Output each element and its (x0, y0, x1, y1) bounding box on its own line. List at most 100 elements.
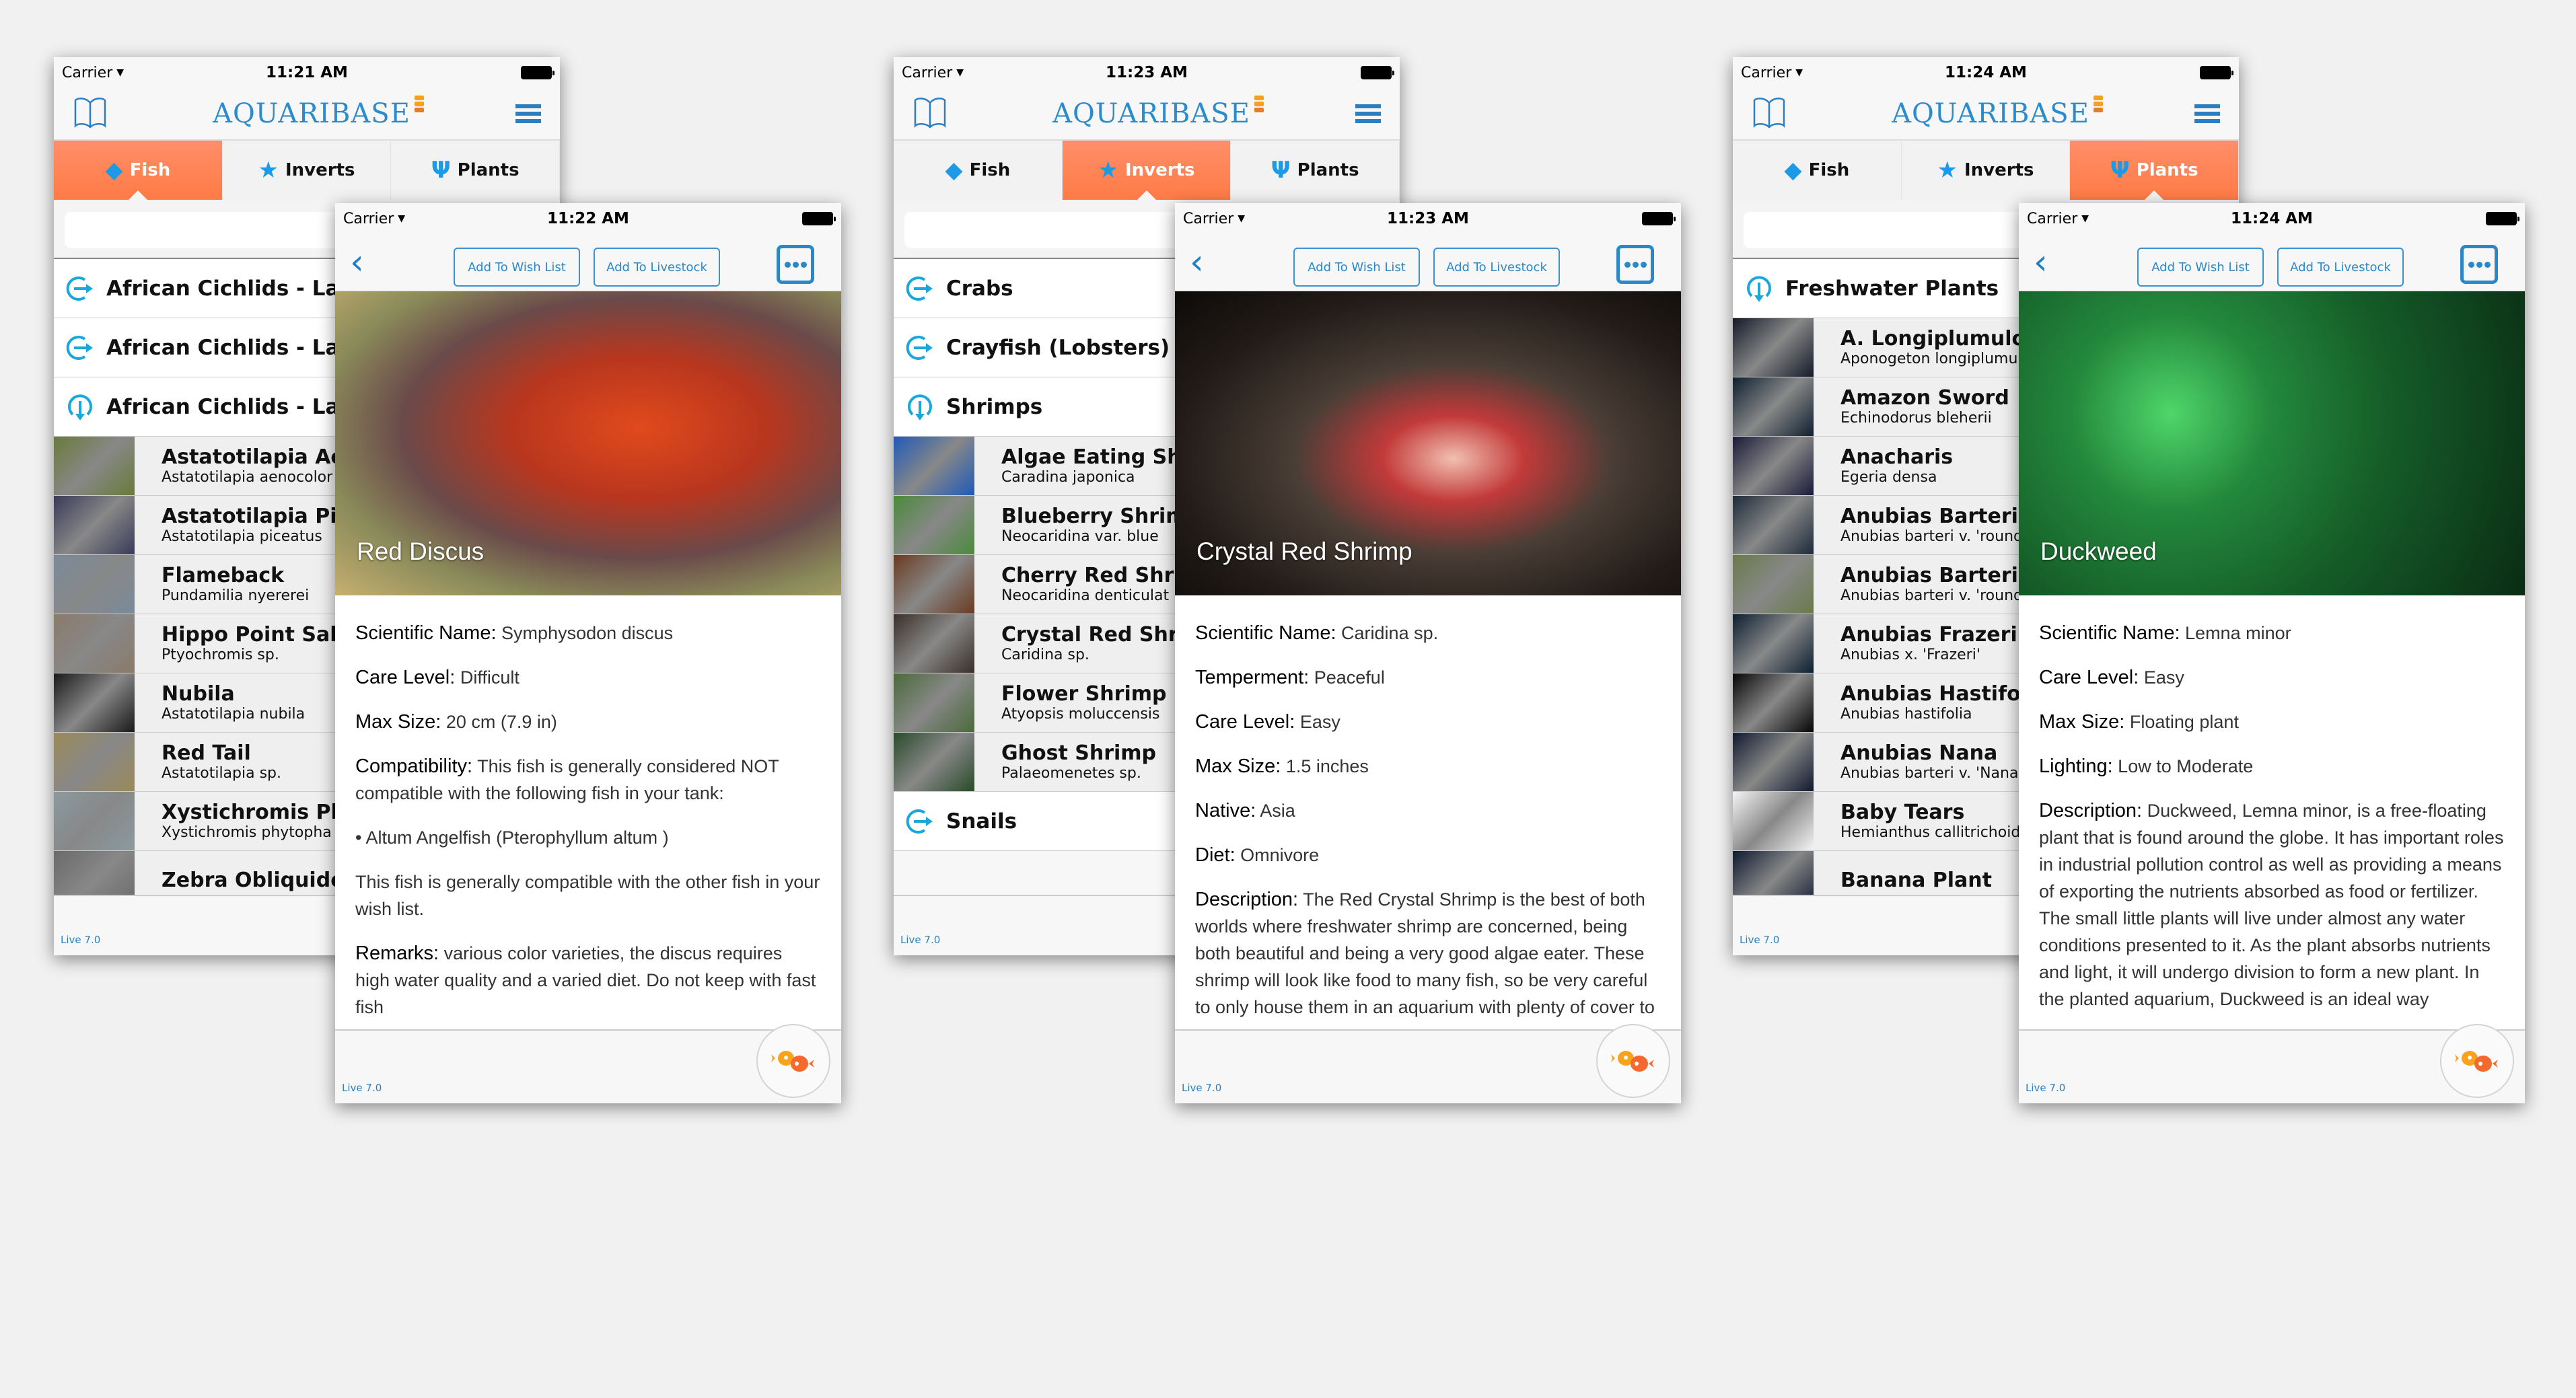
tab-plants[interactable]: Ψ Plants (2070, 141, 2239, 200)
species-thumbnail (54, 437, 135, 495)
field-value: Low to Moderate (2118, 756, 2254, 776)
tab-inverts[interactable]: ★ Inverts (223, 141, 392, 200)
species-thumbnail (54, 673, 135, 732)
plant-icon: Ψ (1271, 157, 1291, 184)
detail-footer: Live 7.0 (1175, 1024, 1681, 1103)
item-text: Astatotilapia Aen Astatotilapia aenocolor (135, 446, 359, 486)
item-text: Nubila Astatotilapia nubila (135, 683, 305, 723)
item-scientific-name: Neocaridina var. blue (1001, 527, 1159, 545)
arrow-right-circle-icon (906, 809, 933, 834)
add-to-wish-list-button[interactable]: Add To Wish List (1293, 248, 1420, 287)
more-options-icon[interactable] (1616, 245, 1654, 284)
species-thumbnail (894, 733, 974, 791)
arrow-right-circle-icon (906, 276, 933, 301)
item-text: Anubias Hastifolia Anubias hastifolia (1814, 683, 2048, 723)
item-common-name: Anubias Hastifolia (1840, 682, 2048, 706)
book-icon[interactable] (73, 96, 108, 131)
tab-plants[interactable]: Ψ Plants (391, 141, 560, 200)
item-common-name: Zebra Obliquiden (162, 869, 359, 892)
item-text: Anubias Barteri Anubias barteri v. 'round (1814, 505, 2023, 546)
starfish-icon: ★ (1098, 157, 1118, 184)
item-scientific-name: Neocaridina denticulat (1001, 587, 1170, 604)
add-to-livestock-button[interactable]: Add To Livestock (2277, 248, 2404, 287)
add-to-livestock-button[interactable]: Add To Livestock (1433, 248, 1560, 287)
detail-field: • Altum Angelfish (Pterophyllum altum ) (355, 824, 821, 851)
item-text: Anacharis Egeria densa (1814, 446, 1953, 486)
compatibility-fish-button[interactable] (756, 1024, 830, 1098)
add-to-livestock-button[interactable]: Add To Livestock (594, 248, 720, 287)
logo-mark-icon (2093, 96, 2103, 114)
item-common-name: Crystal Red Shrin (1001, 623, 1200, 647)
field-value: Easy (2143, 667, 2184, 688)
tab-inverts[interactable]: ★ Inverts (1062, 141, 1231, 200)
item-common-name: Anubias Barteri (1840, 505, 2018, 528)
tab-inverts[interactable]: ★ Inverts (1902, 141, 2071, 200)
back-chevron-icon[interactable]: ‹ (350, 245, 390, 280)
detail-field: This fish is generally compatible with t… (355, 869, 821, 922)
field-label: Max Size: (2039, 711, 2125, 733)
compatibility-fish-button[interactable] (1596, 1024, 1670, 1098)
field-label: Description: (2039, 800, 2143, 821)
two-fish-icon (1611, 1051, 1654, 1072)
starfish-icon: ★ (258, 157, 279, 184)
arrow-down-circle-icon (908, 394, 932, 420)
more-options-icon[interactable] (2460, 245, 2498, 284)
status-bar: Carrier ▼ 11:24 AM (2019, 203, 2525, 234)
status-time: 11:23 AM (1106, 64, 1188, 81)
detail-field: Max Size: 20 cm (7.9 in) (355, 708, 821, 735)
species-thumbnail (1733, 792, 1814, 850)
detail-field: Compatibility: This fish is generally co… (355, 753, 821, 807)
species-thumbnail (54, 496, 135, 554)
field-label: Scientific Name: (1195, 622, 1336, 644)
menu-icon[interactable] (515, 101, 541, 126)
back-chevron-icon[interactable]: ‹ (2034, 245, 2074, 280)
species-title: Duckweed (2040, 538, 2157, 565)
back-chevron-icon[interactable]: ‹ (1190, 245, 1230, 280)
item-scientific-name: Atyopsis moluccensis (1001, 705, 1160, 723)
tab-fish[interactable]: ◆ Fish (54, 141, 223, 200)
menu-icon[interactable] (2194, 101, 2220, 126)
item-common-name: Astatotilapia Aen (162, 445, 359, 469)
detail-nav: ‹ Add To Wish List Add To Livestock (2019, 234, 2525, 291)
app-header: AQUARIBASE (1733, 88, 2239, 141)
compatibility-fish-button[interactable] (2440, 1024, 2514, 1098)
field-label: Description: (1195, 889, 1299, 910)
field-value: Symphysodon discus (501, 623, 674, 643)
group-label: African Cichlids - Lake (106, 276, 367, 301)
field-label: Care Level: (355, 667, 456, 688)
menu-icon[interactable] (1355, 101, 1381, 126)
field-value: Asia (1260, 801, 1295, 821)
tab-plants[interactable]: Ψ Plants (1231, 141, 1400, 200)
version-label: Live 7.0 (1740, 934, 1780, 946)
field-label: Remarks: (355, 943, 439, 964)
status-time: 11:21 AM (266, 64, 348, 81)
item-scientific-name: Hemianthus callitrichoid (1840, 823, 2021, 841)
item-scientific-name: Caradina japonica (1001, 468, 1135, 486)
item-common-name: Astatotilapia Pice (162, 505, 363, 528)
species-title: Crystal Red Shrimp (1196, 538, 1412, 565)
more-options-icon[interactable] (777, 245, 814, 284)
tab-label: Inverts (1964, 160, 2034, 180)
detail-field: Native: Asia (1195, 797, 1661, 824)
item-common-name: Flower Shrimp (1001, 682, 1167, 706)
item-text: Blueberry Shrimp Neocaridina var. blue (974, 505, 1201, 546)
item-common-name: Amazon Sword (1840, 386, 2009, 410)
add-to-wish-list-button[interactable]: Add To Wish List (2137, 248, 2264, 287)
detail-screen: Carrier ▼ 11:23 AM ‹ Add To Wish List Add To … (1175, 203, 1681, 1103)
tab-fish[interactable]: ◆ Fish (894, 141, 1063, 200)
category-tabs: ◆ Fish ★ Inverts Ψ Plants (894, 141, 1400, 200)
add-to-wish-list-button[interactable]: Add To Wish List (454, 248, 580, 287)
item-text: Cherry Red Shrin Neocaridina denticulat (974, 564, 1195, 605)
detail-screen: Carrier ▼ 11:22 AM ‹ Add To Wish List Add To … (335, 203, 841, 1103)
item-text: A. Longiplumulosu Aponogeton longiplumu (1814, 328, 2052, 368)
item-common-name: Banana Plant (1840, 869, 1992, 892)
tab-fish[interactable]: ◆ Fish (1733, 141, 1902, 200)
book-icon[interactable] (913, 96, 947, 131)
status-bar: Carrier ▼ 11:24 AM (1733, 57, 2239, 88)
book-icon[interactable] (1752, 96, 1787, 131)
item-common-name: Ghost Shrimp (1001, 741, 1157, 765)
item-text: Hippo Point Salm Ptyochromis sp. (135, 624, 358, 664)
app-logo: AQUARIBASE (213, 96, 424, 129)
item-common-name: Anacharis (1840, 445, 1954, 469)
species-title: Red Discus (357, 538, 485, 565)
